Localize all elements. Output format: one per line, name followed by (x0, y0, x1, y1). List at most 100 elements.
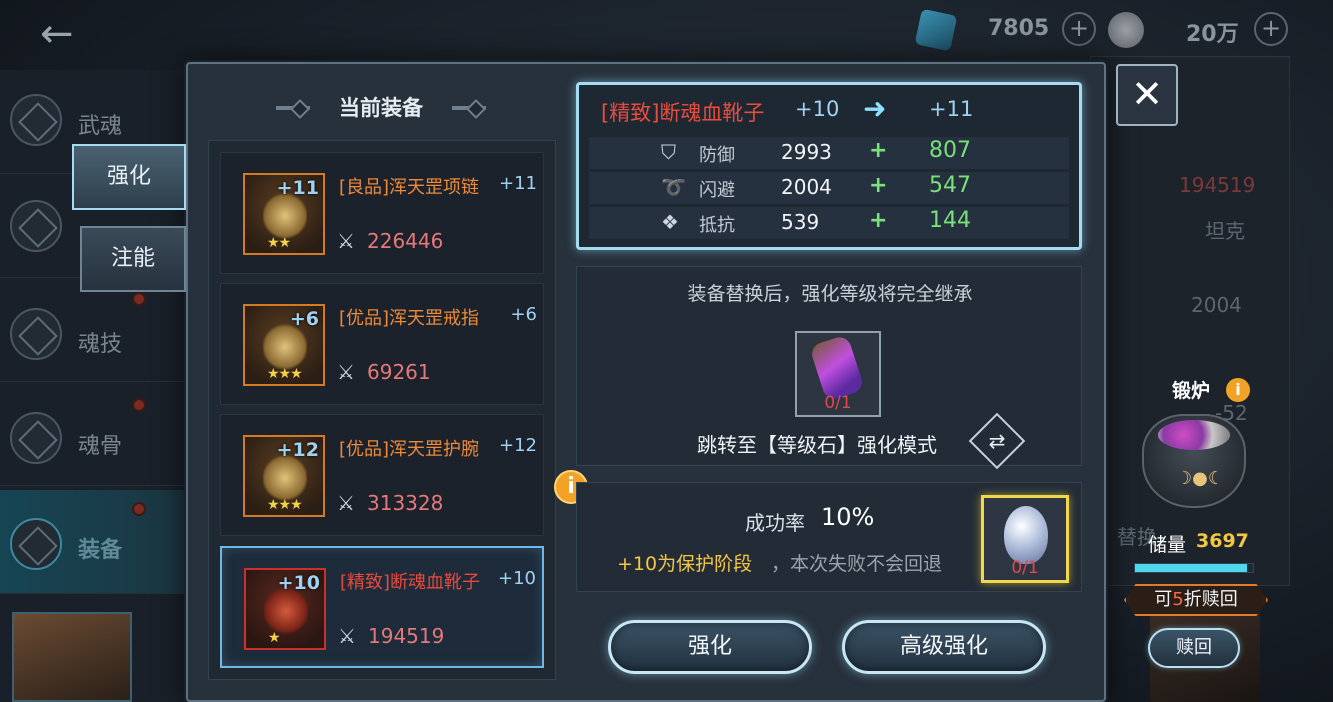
menu-label: 武魂 (78, 114, 123, 139)
equipment-thumbnail: +10 ★ (244, 568, 326, 650)
inherit-panel: 装备替换后，强化等级将完全继承 0/1 跳转至【等级石】强化模式 ⇄ (576, 266, 1082, 470)
storage-value: 3697 (1196, 530, 1249, 552)
moon-emblem-icon: ☽●☾ (1176, 468, 1224, 489)
thumb-level: +12 (276, 439, 319, 461)
star-rating: ★★ (267, 235, 291, 251)
equipment-power: 194519 (368, 624, 445, 648)
menu-label: 魂技 (78, 332, 123, 357)
menu-label: 装备 (78, 538, 123, 563)
equipment-icon (10, 518, 62, 570)
star-rating: ★★★ (267, 366, 303, 382)
storage-progress-bar (1134, 563, 1254, 573)
coin-count: 20万 (1186, 22, 1239, 47)
menu-item-soul-bone[interactable]: 魂骨 (0, 382, 190, 486)
upgrade-stat-panel: [精致]断魂血靴子 +10 ➜ +11 ⛉ 防御 2993 + 807 ➰ 闪避… (576, 82, 1082, 250)
close-button[interactable]: ✕ (1116, 64, 1178, 126)
discount-redeem-banner: 可5折赎回 (1124, 584, 1268, 616)
equipment-item-necklace[interactable]: +11 ★★ [良品]浑天罡项链 +11 ⚔ 226446 (220, 152, 544, 274)
thumb-level: +11 (276, 177, 319, 199)
stat-value: 2993 (781, 140, 832, 164)
thumb-level: +6 (289, 308, 319, 330)
storage-progress-fill (1135, 564, 1248, 572)
equipment-item-boots[interactable]: +10 ★ [精致]断魂血靴子 +10 ⚔ 194519 (220, 546, 544, 668)
stat-label: 抵抗 (699, 215, 735, 236)
swap-icon[interactable]: ⇄ (968, 412, 1026, 470)
discount-suffix: 折赎回 (1183, 589, 1238, 610)
protection-egg-slot[interactable]: 0/1 (981, 495, 1069, 583)
stat-label: 防御 (699, 145, 735, 166)
red-dot-icon (132, 292, 146, 306)
equipment-plus: +11 (499, 173, 537, 194)
discount-number: 5 (1172, 589, 1184, 610)
plus-icon: + (869, 138, 888, 163)
equipment-thumbnail: +11 ★★ (243, 173, 325, 255)
equipment-name: [优品]浑天罡戒指 (339, 308, 480, 329)
upgrade-to-level: +11 (929, 97, 974, 121)
plus-icon: + (869, 173, 888, 198)
equipment-plus: +12 (499, 435, 537, 456)
upgrade-equipment-name: [精致]断魂血靴子 (601, 101, 765, 125)
success-rate-value: 10% (821, 503, 875, 531)
soul-ring-icon (10, 200, 62, 252)
equipment-thumbnail: +12 ★★★ (243, 435, 325, 517)
jump-mode-text[interactable]: 跳转至【等级石】强化模式 (697, 429, 937, 458)
egg-icon (1004, 506, 1048, 564)
menu-item-soul-skill[interactable]: 魂技 (0, 278, 190, 382)
plus-icon: + (869, 208, 888, 233)
success-rate-panel: 成功率 10% +10为保护阶段 ，本次失败不会回退 0/1 (576, 482, 1082, 592)
level-stone-icon (809, 334, 865, 402)
enhance-button[interactable]: 强化 (608, 620, 812, 674)
info-icon[interactable]: i (1226, 378, 1250, 402)
stat-increase: 547 (929, 173, 971, 198)
stat-label: 闪避 (699, 180, 735, 201)
right-arrow-icon: ➜ (863, 92, 887, 125)
equipment-item-ring[interactable]: +6 ★★★ [优品]浑天罡戒指 +6 ⚔ 69261 (220, 283, 544, 405)
equipment-plus: +6 (510, 304, 537, 325)
equipment-item-bracer[interactable]: +12 ★★★ [优品]浑天罡护腕 +12 ⚔ 313328 (220, 414, 544, 536)
equipment-name: [优品]浑天罡护腕 (339, 439, 480, 460)
upgrade-from-level: +10 (795, 97, 840, 121)
redeem-button[interactable]: 赎回 (1148, 628, 1240, 668)
shield-icon: ⛉ (661, 140, 676, 164)
tab-enhance[interactable]: 强化 (72, 144, 216, 210)
tab-enhance-label: 强化 (106, 164, 151, 189)
stat-value: 2004 (781, 175, 832, 199)
bg-power: 194519 (1179, 173, 1256, 197)
stat-increase: 807 (929, 138, 971, 163)
equipment-power: 313328 (367, 491, 444, 515)
add-gem-button[interactable]: + (1062, 12, 1096, 46)
thumb-level: +10 (277, 572, 320, 594)
bg-role: 坦克 (1205, 219, 1245, 243)
crossed-swords-icon: ⚔ (337, 491, 355, 515)
menu-item-equipment[interactable]: 装备 (0, 490, 190, 594)
stat-row-resist: ❖ 抵抗 539 + 144 (589, 207, 1069, 239)
egg-count: 0/1 (1011, 558, 1039, 578)
inherit-text: 装备替换后，强化等级将完全继承 (687, 283, 973, 305)
back-arrow-icon[interactable]: ← (40, 14, 84, 58)
crossed-swords-icon: ⚔ (338, 624, 356, 648)
equipment-name: [精致]断魂血靴子 (340, 572, 481, 593)
protect-note-text: ，本次失败不会回退 (771, 553, 943, 575)
crossed-swords-icon: ⚔ (337, 229, 355, 253)
equipment-name: [良品]浑天罡项链 (339, 177, 480, 198)
crossed-swords-icon: ⚔ (337, 360, 355, 384)
equipment-list-header: 当前装备 (276, 90, 486, 126)
bg-defense: 2004 (1191, 293, 1242, 317)
advanced-enhance-button[interactable]: 高级强化 (842, 620, 1046, 674)
header-ornament-left (276, 106, 310, 110)
forge-title: 锻炉 (1172, 380, 1211, 402)
menu-label: 魂骨 (78, 434, 123, 459)
header-ornament-right (452, 106, 486, 110)
cauldron-contents (1158, 420, 1230, 450)
tab-infuse-label: 注能 (110, 246, 155, 271)
armor-icon: ❖ (661, 210, 679, 234)
level-stone-slot[interactable]: 0/1 (795, 331, 881, 417)
star-rating: ★ (268, 630, 281, 646)
stat-row-dodge: ➰ 闪避 2004 + 547 (589, 172, 1069, 204)
add-coin-button[interactable]: + (1254, 12, 1288, 46)
hero-portrait[interactable] (12, 612, 132, 702)
red-dot-icon (132, 502, 146, 516)
red-dot-icon (132, 398, 146, 412)
gem-icon (914, 8, 958, 52)
tab-infuse[interactable]: 注能 (80, 226, 186, 292)
